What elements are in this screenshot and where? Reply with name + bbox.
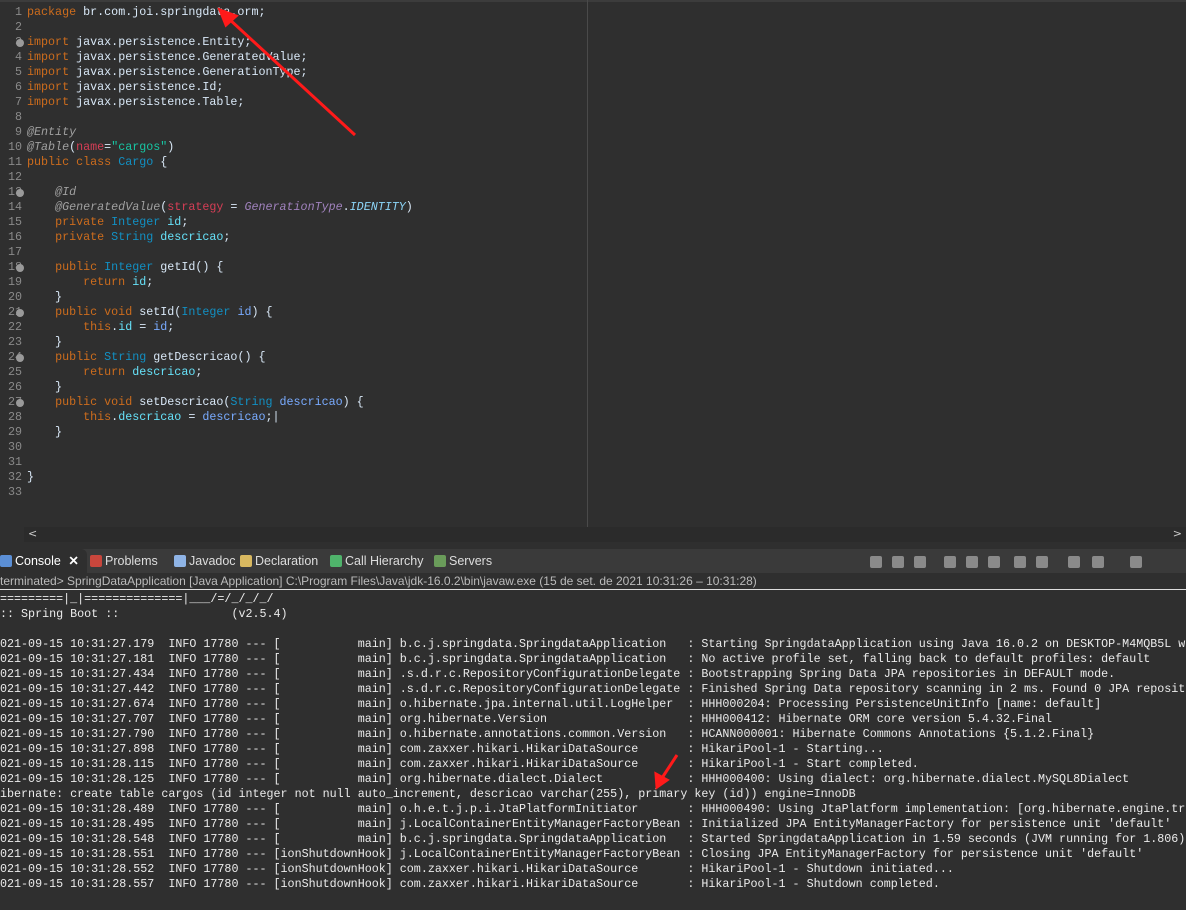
console-toolbar-button-icon[interactable] (966, 556, 978, 568)
console-toolbar-button-icon[interactable] (892, 556, 904, 568)
console-toolbar-button-icon[interactable] (1036, 556, 1048, 568)
console-toolbar-button-icon[interactable] (944, 556, 956, 568)
red-arrow-package (226, 16, 357, 137)
annotation-overlay (217, 7, 679, 790)
console-toolbar-button-icon[interactable] (914, 556, 926, 568)
arrow-head-icon (654, 771, 670, 790)
console-toolbar-button-icon[interactable] (1014, 556, 1026, 568)
console-toolbar-button-icon[interactable] (988, 556, 1000, 568)
red-arrow-primary-key (660, 754, 679, 779)
console-toolbar-button-icon[interactable] (870, 556, 882, 568)
console-toolbar-button-icon[interactable] (1130, 556, 1142, 568)
console-toolbar-button-icon[interactable] (1068, 556, 1080, 568)
console-toolbar-button-icon[interactable] (1092, 556, 1104, 568)
